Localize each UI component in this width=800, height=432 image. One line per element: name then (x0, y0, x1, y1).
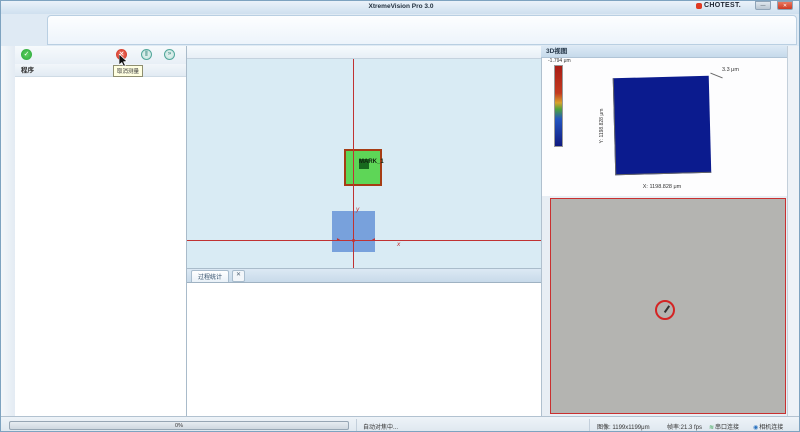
right-tool-strip (787, 46, 800, 416)
view3d-header: 3D视图 (541, 46, 787, 58)
focus-marker (664, 305, 670, 312)
y-axis-title: Y: 1198.828 μm (599, 77, 605, 175)
chotest-logo-icon (696, 3, 702, 9)
close-button[interactable]: ✕ (777, 1, 793, 10)
progress-bar: 0% (9, 421, 349, 430)
camera-view[interactable] (550, 198, 786, 414)
ribbon-toolbar (47, 15, 797, 45)
skip-button[interactable]: » (164, 49, 175, 60)
status-bar: 0% 自动对焦中... 图像: 1199x1199μm 帧率:21.3 fps … (1, 416, 800, 432)
axis-y-label: y (356, 206, 359, 213)
x-axis-title: X: 1198.828 μm (612, 184, 712, 190)
peak-annotation: 3.3 μm (722, 67, 739, 73)
process-tab-bar: 过程统计 ✕ (187, 268, 541, 282)
status-camera: ◉相机连接 (753, 422, 783, 431)
mouse-cursor (119, 54, 128, 67)
crosshair-center (352, 239, 355, 242)
mark-label: MARK_1 (359, 159, 384, 165)
color-scale-bar (554, 65, 563, 147)
axis-x-label: x (397, 241, 400, 248)
status-focus-text: 自动对焦中... (363, 422, 398, 431)
close-tab-icon[interactable]: ✕ (232, 270, 245, 282)
serial-status-icon: ≋ (709, 425, 714, 431)
title-bar: XtremeVision Pro 3.0 CHOTEST. — ✕ (1, 1, 800, 15)
run-button[interactable]: ✓ (21, 49, 32, 60)
pause-button[interactable]: ‖ (141, 49, 152, 60)
crosshair-vertical (353, 59, 354, 268)
program-panel-title: 程序 (15, 64, 186, 77)
canvas-toolbar (187, 46, 541, 59)
height-map (613, 76, 712, 175)
crosshair-horizontal (187, 240, 541, 241)
program-tree (15, 78, 186, 416)
application-window: XtremeVision Pro 3.0 CHOTEST. — ✕ ✓ ✕ ‖ … (0, 0, 800, 432)
process-statistics-table (187, 282, 541, 417)
status-fps: 帧率:21.3 fps (667, 422, 702, 431)
status-image-size: 图像: 1199x1199μm (597, 422, 650, 431)
program-toolbar: ✓ ✕ ‖ » (15, 46, 186, 65)
camera-status-icon: ◉ (753, 425, 758, 431)
ribbon-area (1, 14, 800, 46)
peak-annotation-line (710, 73, 722, 79)
view3d-plot[interactable]: -1.794 μm X: 1198.828 μm Y: 1198.828 μm … (541, 58, 788, 196)
side-tab-strip (1, 46, 16, 432)
navigation-canvas[interactable]: MARK_1 y x ► ◄ (187, 59, 541, 269)
minimize-button[interactable]: — (755, 1, 771, 10)
brand-logo: CHOTEST. (696, 2, 741, 9)
program-panel: ✓ ✕ ‖ » 取消测量 程序 (15, 46, 187, 416)
zscale-top-label: -1.794 μm (548, 58, 571, 64)
window-title: XtremeVision Pro 3.0 (1, 3, 800, 10)
brand-text: CHOTEST. (704, 2, 741, 9)
focus-circle-annotation (655, 300, 675, 320)
axis-arrow-left: ► (336, 238, 341, 243)
tab-process-statistics[interactable]: 过程统计 (191, 270, 229, 282)
tooltip: 取消测量 (113, 65, 143, 77)
status-serial: ≋串口连接 (709, 422, 739, 431)
axis-arrow-right: ◄ (371, 238, 376, 243)
mark-region[interactable] (344, 149, 382, 186)
